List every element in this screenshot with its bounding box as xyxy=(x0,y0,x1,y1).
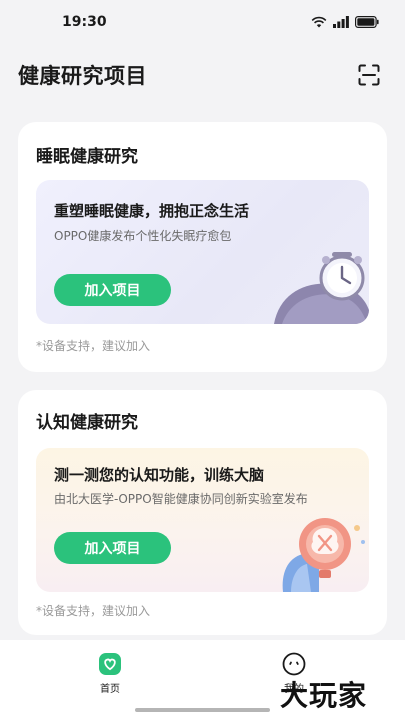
nav-home-label: 首页 xyxy=(100,684,120,695)
brain-bulb-icon xyxy=(282,518,365,592)
cognition-research-card[interactable]: 认知健康研究 测一测您的认知功能，训练大脑 由北大医学-OPPO智能健康协同创新… xyxy=(18,390,387,635)
sleep-join-button[interactable]: 加入项目 xyxy=(54,274,171,306)
cognition-promo-title: 测一测您的认知功能，训练大脑 xyxy=(54,466,265,484)
sleep-device-note: *设备支持，建议加入 xyxy=(36,339,151,353)
cognition-promo-subtitle: 由北大医学-OPPO智能健康协同创新实验室发布 xyxy=(54,492,308,506)
cognition-join-button[interactable]: 加入项目 xyxy=(54,532,171,564)
cognition-promo-banner[interactable]: 测一测您的认知功能，训练大脑 由北大医学-OPPO智能健康协同创新实验室发布 加… xyxy=(36,448,369,592)
profile-face-icon xyxy=(282,652,306,676)
sleep-promo-subtitle: OPPO健康发布个性化失眠疗愈包 xyxy=(54,229,232,243)
wifi-icon xyxy=(311,16,327,28)
scan-icon xyxy=(358,64,380,86)
status-icons xyxy=(311,16,379,28)
home-heart-icon xyxy=(99,653,121,675)
home-indicator xyxy=(135,708,270,712)
cognition-card-title: 认知健康研究 xyxy=(36,413,138,433)
cognition-device-note: *设备支持，建议加入 xyxy=(36,604,151,618)
signal-icon xyxy=(333,16,349,28)
scan-button[interactable] xyxy=(355,61,383,89)
nav-home[interactable]: 首页 xyxy=(80,652,140,695)
sleep-research-card[interactable]: 睡眠健康研究 重塑睡眠健康，拥抱正念生活 OPPO健康发布个性化失眠疗愈包 加入… xyxy=(18,122,387,372)
sleep-promo-title: 重塑睡眠健康，拥抱正念生活 xyxy=(54,202,250,220)
page-title: 健康研究项目 xyxy=(18,64,147,88)
status-bar: 19:30 xyxy=(0,0,405,44)
battery-icon xyxy=(355,16,379,28)
sleep-promo-banner[interactable]: 重塑睡眠健康，拥抱正念生活 OPPO健康发布个性化失眠疗愈包 加入项目 xyxy=(36,180,369,324)
page-header: 健康研究项目 xyxy=(0,52,405,98)
sleep-card-title: 睡眠健康研究 xyxy=(36,147,138,167)
pillow-clock-icon xyxy=(274,252,369,324)
watermark-text: 大玩家 xyxy=(280,679,368,712)
status-time: 19:30 xyxy=(62,14,107,30)
